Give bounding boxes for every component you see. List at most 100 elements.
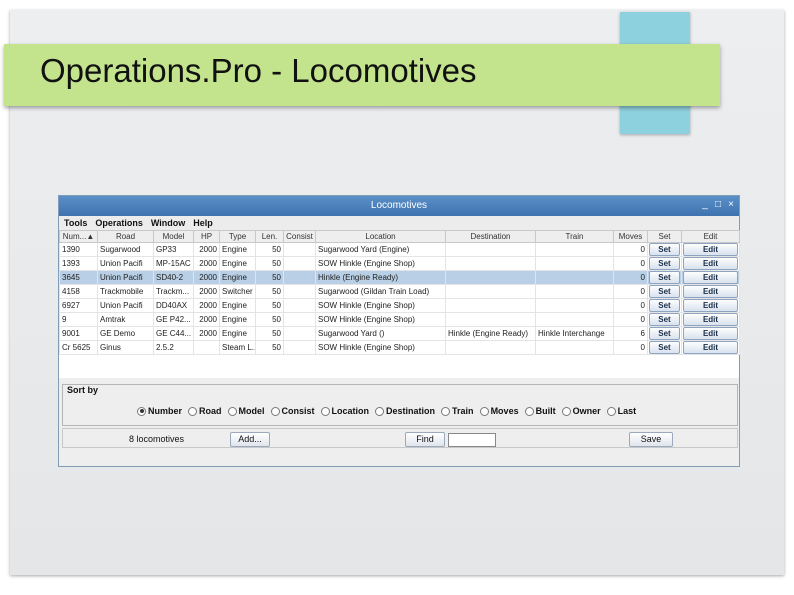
table-row[interactable]: 9 Amtrak GE P42... 2000 Engine 50 SOW Hinkle (… <box>59 312 740 327</box>
edit-button[interactable]: Edit <box>683 271 738 284</box>
maximize-button[interactable]: □ <box>712 199 724 210</box>
column-header[interactable]: Type <box>219 230 256 243</box>
column-header[interactable]: Model <box>153 230 194 243</box>
cell-set: Set <box>647 340 682 355</box>
radio-icon[interactable] <box>270 406 280 416</box>
edit-button[interactable]: Edit <box>683 341 738 354</box>
column-header[interactable]: Train <box>535 230 614 243</box>
sort-option-destination[interactable]: Destination <box>375 406 435 416</box>
cell-set: Set <box>647 284 682 299</box>
radio-icon[interactable] <box>479 406 489 416</box>
column-header[interactable]: Num...▲ <box>59 230 98 243</box>
sort-option-model[interactable]: Model <box>227 406 265 416</box>
radio-icon[interactable] <box>227 406 237 416</box>
set-button[interactable]: Set <box>649 313 680 326</box>
close-button[interactable]: × <box>725 199 737 210</box>
add-button[interactable]: Add... <box>230 432 270 447</box>
set-button[interactable]: Set <box>649 341 680 354</box>
sort-option-built[interactable]: Built <box>524 406 556 416</box>
cell-consist <box>283 270 316 285</box>
set-button[interactable]: Set <box>649 327 680 340</box>
menu-operations[interactable]: Operations <box>95 218 143 228</box>
sort-option-label: Last <box>617 406 637 416</box>
sort-option-owner[interactable]: Owner <box>561 406 601 416</box>
radio-icon[interactable] <box>188 406 198 416</box>
radio-icon[interactable] <box>137 406 146 416</box>
cell-train <box>535 242 614 257</box>
table-row[interactable]: 6927 Union Pacifi DD40AX 2000 Engine 50 SOW Hi… <box>59 298 740 313</box>
set-button[interactable]: Set <box>649 257 680 270</box>
cell-num: 3645 <box>59 270 98 285</box>
find-button[interactable]: Find <box>405 432 445 447</box>
radio-icon[interactable] <box>441 406 451 416</box>
radio-icon[interactable] <box>606 406 616 416</box>
sort-option-label: Road <box>199 406 222 416</box>
sort-option-moves[interactable]: Moves <box>479 406 519 416</box>
sort-option-number[interactable]: Number <box>137 406 182 416</box>
cell-num: Cr 5625 <box>59 340 98 355</box>
cell-hp: 2000 <box>193 284 220 299</box>
set-button[interactable]: Set <box>649 243 680 256</box>
sort-option-road[interactable]: Road <box>188 406 222 416</box>
cell-train <box>535 340 614 355</box>
edit-button[interactable]: Edit <box>683 299 738 312</box>
column-header[interactable]: Consist <box>283 230 316 243</box>
edit-button[interactable]: Edit <box>683 327 738 340</box>
column-header[interactable]: Road <box>97 230 154 243</box>
column-header[interactable]: Location <box>315 230 446 243</box>
radio-icon[interactable] <box>320 406 330 416</box>
edit-button[interactable]: Edit <box>683 285 738 298</box>
cell-destination <box>445 340 536 355</box>
window-titlebar[interactable]: Locomotives _ □ × <box>59 196 739 216</box>
menu-tools[interactable]: Tools <box>64 218 87 228</box>
sort-option-consist[interactable]: Consist <box>270 406 315 416</box>
menu-bar: Tools Operations Window Help <box>59 216 739 230</box>
edit-button[interactable]: Edit <box>683 243 738 256</box>
table-row[interactable]: Cr 5625 Ginus 2.5.2 Steam L... 50 SOW Hinkle … <box>59 340 740 355</box>
set-button[interactable]: Set <box>649 271 680 284</box>
find-input[interactable] <box>448 433 496 447</box>
cell-type: Engine <box>219 326 256 341</box>
column-header[interactable]: Destination <box>445 230 536 243</box>
cell-model: GE C44... <box>153 326 194 341</box>
edit-button[interactable]: Edit <box>683 257 738 270</box>
cell-len: 50 <box>255 242 284 257</box>
menu-help[interactable]: Help <box>193 218 213 228</box>
column-header[interactable]: Edit <box>681 230 740 243</box>
sort-option-last[interactable]: Last <box>606 406 637 416</box>
cell-road: Sugarwood <box>97 242 154 257</box>
table-row[interactable]: 1390 Sugarwood GP33 2000 Engine 50 Sugarwood Y… <box>59 242 740 257</box>
cell-consist <box>283 242 316 257</box>
minimize-button[interactable]: _ <box>699 199 711 210</box>
set-button[interactable]: Set <box>649 285 680 298</box>
cell-moves: 0 <box>613 256 648 271</box>
radio-icon[interactable] <box>561 406 571 416</box>
cell-location: Hinkle (Engine Ready) <box>315 270 446 285</box>
cell-consist <box>283 284 316 299</box>
cell-num: 1390 <box>59 242 98 257</box>
cell-type: Engine <box>219 256 256 271</box>
menu-window[interactable]: Window <box>151 218 185 228</box>
radio-icon[interactable] <box>375 406 385 416</box>
cell-num: 6927 <box>59 298 98 313</box>
cell-consist <box>283 340 316 355</box>
sort-option-location[interactable]: Location <box>320 406 369 416</box>
sort-options: Number Road Model Consist Location Destinatio… <box>137 406 636 416</box>
column-header[interactable]: Len. <box>255 230 284 243</box>
edit-button[interactable]: Edit <box>683 313 738 326</box>
sort-option-label: Train <box>452 406 474 416</box>
set-button[interactable]: Set <box>649 299 680 312</box>
table-row[interactable]: 9001 GE Demo GE C44... 2000 Engine 50 Sugarwoo… <box>59 326 740 341</box>
column-header[interactable]: HP <box>193 230 220 243</box>
save-button[interactable]: Save <box>629 432 673 447</box>
column-header[interactable]: Set <box>647 230 682 243</box>
table-row[interactable]: 4158 Trackmobile Trackm... 2000 Switcher 50 Su… <box>59 284 740 299</box>
sort-option-train[interactable]: Train <box>441 406 474 416</box>
column-header[interactable]: Moves <box>613 230 648 243</box>
table-row[interactable]: 3645 Union Pacifi SD40-2 2000 Engine 50 Hinkle… <box>59 270 740 285</box>
cell-hp: 2000 <box>193 270 220 285</box>
cell-edit: Edit <box>681 256 740 271</box>
radio-icon[interactable] <box>524 406 534 416</box>
cell-num: 4158 <box>59 284 98 299</box>
table-row[interactable]: 1393 Union Pacifi MP-15AC 2000 Engine 50 SOW H… <box>59 256 740 271</box>
